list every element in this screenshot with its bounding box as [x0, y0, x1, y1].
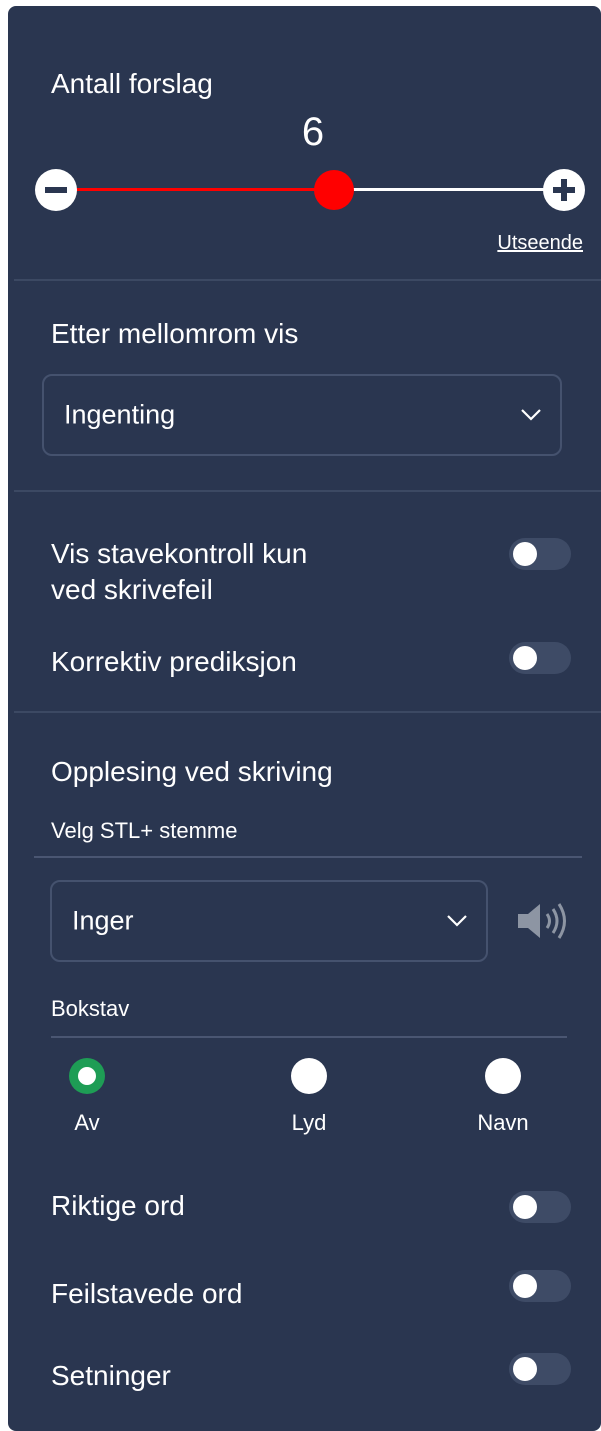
- spellcheck-toggle[interactable]: [509, 538, 571, 570]
- radio-dot: [78, 1067, 96, 1085]
- correct-words-label: Riktige ord: [51, 1190, 185, 1221]
- after-space-select[interactable]: Ingenting: [42, 374, 562, 456]
- radio-letter-off[interactable]: [69, 1058, 105, 1094]
- divider: [14, 279, 601, 281]
- radio-label-name: Navn: [477, 1110, 529, 1135]
- chevron-down-icon: [447, 915, 467, 927]
- divider: [14, 711, 601, 713]
- voice-label: Velg STL+ stemme: [51, 818, 238, 843]
- chevron-down-icon: [521, 409, 541, 421]
- misspelled-words-toggle[interactable]: [509, 1270, 571, 1302]
- suggestions-slider[interactable]: [34, 168, 586, 212]
- radio-label-off: Av: [74, 1110, 100, 1135]
- settings-panel: Antall forslag 6 Utseende Etter mellomro…: [8, 6, 601, 1431]
- correct-words-toggle[interactable]: [509, 1191, 571, 1223]
- voice-select[interactable]: Inger: [50, 880, 488, 962]
- speaker-button[interactable]: [514, 901, 570, 941]
- radio-label-sound: Lyd: [291, 1110, 327, 1135]
- toggle-knob: [513, 1357, 537, 1381]
- spellcheck-label-line1: Vis stavekontroll kun: [51, 538, 308, 569]
- toggle-knob: [513, 1274, 537, 1298]
- letter-title: Bokstav: [51, 996, 130, 1021]
- sentences-toggle[interactable]: [509, 1353, 571, 1385]
- divider: [14, 490, 601, 492]
- appearance-link[interactable]: Utseende: [497, 232, 583, 255]
- divider: [51, 1036, 567, 1038]
- toggle-knob: [513, 646, 537, 670]
- corrective-prediction-toggle[interactable]: [509, 642, 571, 674]
- reading-title: Opplesing ved skriving: [51, 756, 333, 787]
- radio-letter-sound[interactable]: [291, 1058, 327, 1094]
- suggestions-value: 6: [301, 110, 325, 154]
- toggle-knob: [513, 1195, 537, 1219]
- slider-track-fill: [56, 188, 335, 191]
- spellcheck-label: Vis stavekontroll kun ved skrivefeil: [51, 536, 307, 608]
- decrease-button[interactable]: [34, 168, 78, 212]
- suggestions-title: Antall forslag: [51, 68, 213, 99]
- toggle-knob: [513, 542, 537, 566]
- voice-select-value: Inger: [72, 905, 134, 936]
- after-space-title: Etter mellomrom vis: [51, 318, 299, 349]
- slider-thumb[interactable]: [314, 170, 355, 210]
- after-space-select-value: Ingenting: [64, 399, 176, 430]
- plus-circle-icon: [543, 169, 585, 211]
- misspelled-words-label: Feilstavede ord: [51, 1278, 243, 1309]
- divider: [34, 856, 582, 858]
- minus-circle-icon: [35, 169, 77, 211]
- corrective-prediction-label: Korrektiv prediksjon: [51, 646, 297, 677]
- spellcheck-label-line2: ved skrivefeil: [51, 574, 213, 605]
- increase-button[interactable]: [542, 168, 586, 212]
- radio-letter-name[interactable]: [485, 1058, 521, 1094]
- sentences-label: Setninger: [51, 1360, 171, 1391]
- speaker-icon: [518, 903, 566, 939]
